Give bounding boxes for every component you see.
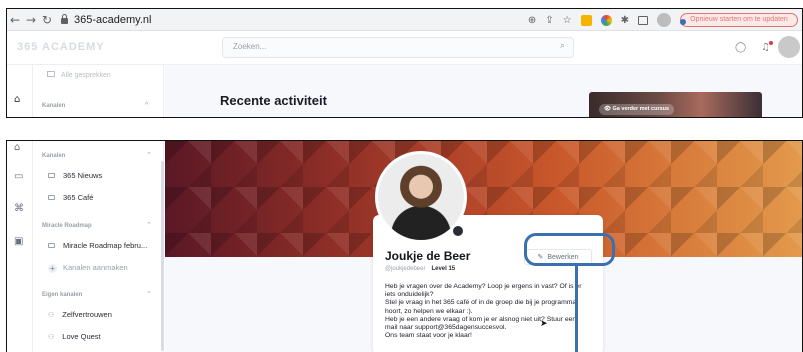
forward-icon[interactable]: → [23, 13, 39, 27]
sidebar-scrollbar[interactable] [161, 161, 164, 351]
sidebar: Kanalen ⌃ 365 Nieuws 365 Café Miracle Ro… [33, 141, 164, 352]
continue-course-button[interactable]: 👁 Ga verder met cursus [599, 104, 675, 115]
bottom-screenshot-panel: ⌂ ▭ ⌘ ▣ Kanalen ⌃ 365 Nieuws 365 Café Mi… [6, 140, 803, 352]
chat-icon [47, 71, 55, 77]
puzzle-icon[interactable]: ✱ [621, 15, 629, 26]
user-avatar[interactable] [778, 36, 800, 58]
reload-icon[interactable]: ↻ [39, 13, 55, 27]
course-card[interactable]: 👁 Ga verder met cursus [589, 92, 762, 117]
graduation-icon[interactable]: ⌘ [14, 203, 24, 214]
zoom-icon[interactable]: ⊕ [528, 15, 536, 26]
sidebar: Alle gesprekken Kanalen ^ [33, 65, 164, 117]
bio-line: mail naar support@365dagensuccesvol. [385, 324, 507, 332]
bio-line: Ons team staat voor je klaar! [385, 332, 472, 340]
chevron-up-icon[interactable]: ⌃ [146, 290, 152, 298]
home-icon[interactable]: ⌂ [14, 142, 20, 153]
people-icon: ⚇ [48, 333, 55, 341]
bio-line: iets onduidelijk? [385, 291, 434, 299]
annotation-line [575, 266, 578, 352]
sidebar-item-all-conversations[interactable]: Alle gesprekken [47, 71, 111, 79]
search-input[interactable]: Zoeken... ⌕ [222, 37, 574, 58]
lock-icon[interactable] [61, 13, 68, 24]
back-icon[interactable]: ← [7, 13, 23, 27]
main-content: Recente activiteit 👁 Ga verder met cursu… [165, 65, 802, 117]
star-icon[interactable]: ☆ [563, 15, 572, 26]
profile-handle: @joukjedebeer Level 15 [385, 266, 456, 272]
sidebar-section-roadmap[interactable]: Miracle Roadmap [42, 223, 92, 229]
profile-name: Joukje de Beer [385, 249, 471, 263]
sidebar-item-365-cafe[interactable]: 365 Café [48, 193, 93, 202]
annotation-highlight-box [524, 233, 615, 266]
icon-rail: ⌂ [7, 65, 33, 117]
sidebar-section-channels[interactable]: Kanalen [42, 153, 65, 159]
messages-icon[interactable]: ▭ [14, 171, 23, 182]
sidebar-item-love-quest[interactable]: ⚇ Love Quest [48, 332, 101, 341]
share-icon[interactable]: ⇪ [545, 15, 553, 26]
chevron-up-icon[interactable]: ^ [145, 102, 148, 109]
app-logo[interactable]: 365 ACADEMY [17, 41, 105, 53]
people-icon: ⚇ [48, 311, 55, 319]
search-placeholder: Zoeken... [233, 42, 267, 51]
sidebar-section-channels[interactable]: Kanalen [42, 103, 65, 109]
profile-page: Joukje de Beer @joukjedebeer Level 15 ✎ Be… [165, 141, 802, 352]
channel-icon [48, 194, 55, 200]
page-title: Recente activiteit [220, 93, 327, 108]
address-bar[interactable]: 365-academy.nl [74, 14, 151, 26]
bio-line: Stel je vraag in het 365 café of in de g… [385, 299, 577, 307]
home-icon[interactable]: ⌂ [14, 94, 20, 105]
top-screenshot-panel: ← → ↻ 365-academy.nl ⊕ ⇪ ☆ ✱ Opnieuw sta… [6, 8, 803, 118]
search-icon: ⌕ [559, 41, 565, 51]
bio-line: hoort, zo helpen we elkaar :). [385, 307, 473, 315]
chevron-up-icon[interactable]: ⌃ [146, 151, 152, 159]
cursor-icon: ➤ [540, 319, 548, 329]
bio-line: Heb je een andere vraag of kom je er als… [385, 315, 577, 323]
create-channel-button[interactable]: + Kanalen aanmaken [48, 263, 128, 273]
plus-icon: + [48, 263, 57, 273]
sidebar-item-365-nieuws[interactable]: 365 Nieuws [48, 171, 102, 180]
bio-line: Heb je vragen over de Academy? Loop je e… [385, 283, 582, 290]
profile-bio: Heb je vragen over de Academy? Loop je e… [385, 283, 599, 340]
profile-avatar[interactable] [657, 13, 671, 27]
chevron-up-icon[interactable]: ⌃ [146, 221, 152, 229]
browser-actions: ⊕ ⇪ ☆ ✱ Opnieuw starten om te updaten [528, 9, 802, 31]
side-panel-icon[interactable] [638, 15, 648, 25]
level-badge: Level 15 [431, 266, 456, 272]
sidebar-item-roadmap-feb[interactable]: Miracle Roadmap febru... [48, 241, 147, 250]
icon-rail: ⌂ ▭ ⌘ ▣ [7, 141, 33, 352]
notification-badge [769, 41, 773, 45]
sidebar-item-zelfvertrouwen[interactable]: ⚇ Zelfvertrouwen [48, 310, 112, 319]
calendar-icon[interactable]: ▣ [14, 236, 23, 247]
chat-icon[interactable]: ◯ [735, 42, 746, 53]
sidebar-section-own-channels[interactable]: Eigen kanalen [42, 292, 82, 298]
extension-color-icon[interactable] [600, 14, 612, 26]
app-header: 365 ACADEMY Zoeken... ⌕ ◯ ♫ [7, 31, 802, 65]
annotation-marker [680, 19, 686, 25]
channel-icon [48, 242, 55, 248]
update-button[interactable]: Opnieuw starten om te updaten [680, 13, 798, 27]
camera-icon[interactable] [452, 225, 464, 237]
channel-icon [48, 172, 55, 178]
extension-icon[interactable] [580, 14, 592, 26]
